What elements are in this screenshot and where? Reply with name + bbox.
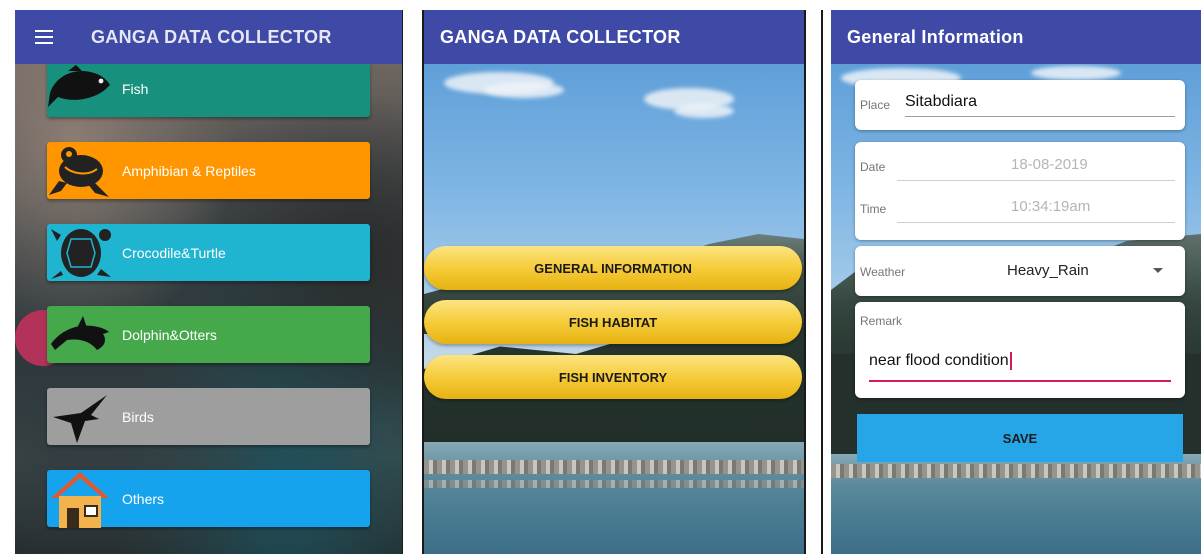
place-card: Place Sitabdiara [855, 80, 1185, 130]
turtle-icon [45, 222, 115, 284]
category-screen: GANGA DATA COLLECTOR Fish Amphibian & Re… [15, 10, 402, 554]
text-cursor [1009, 352, 1012, 370]
fish-habitat-button[interactable]: FISH HABITAT [424, 300, 802, 344]
weather-select[interactable]: Heavy_Rain [1007, 262, 1089, 279]
remark-input[interactable]: near flood condition [869, 352, 1012, 370]
house-icon [45, 468, 115, 530]
weather-card: Weather Heavy_Rain [855, 246, 1185, 296]
place-underline [905, 116, 1175, 117]
category-dolphin-otters[interactable]: Dolphin&Otters [47, 306, 370, 363]
screen-title: General Information [847, 26, 1024, 47]
place-label: Place [860, 98, 891, 112]
fish-icon [45, 58, 115, 120]
app-bar: General Information [831, 10, 1201, 64]
date-label: Date [860, 160, 886, 174]
category-amphibian-reptiles[interactable]: Amphibian & Reptiles [47, 142, 370, 199]
remark-label: Remark [860, 314, 903, 328]
bird-icon [45, 386, 115, 448]
time-underline [897, 222, 1175, 223]
composite-screenshot: GANGA DATA COLLECTOR Fish Amphibian & Re… [0, 0, 1201, 554]
date-underline [897, 180, 1175, 181]
place-input[interactable]: Sitabdiara [905, 93, 977, 111]
general-information-screen: General Information Place Sitabdiara Dat… [831, 10, 1201, 554]
app-title: GANGA DATA COLLECTOR [440, 26, 681, 47]
hamburger-menu-icon[interactable] [35, 30, 53, 44]
category-label: Birds [122, 408, 154, 425]
category-fish[interactable]: Fish [47, 60, 370, 117]
save-button[interactable]: SAVE [857, 414, 1183, 462]
category-birds[interactable]: Birds [47, 388, 370, 445]
date-time-card: Date 18-08-2019 Time 10:34:19am [855, 142, 1185, 240]
app-title: GANGA DATA COLLECTOR [91, 26, 332, 47]
dolphin-icon [45, 304, 115, 366]
remark-card: Remark near flood condition [855, 302, 1185, 398]
category-label: Dolphin&Otters [122, 326, 217, 343]
dropdown-arrow-icon[interactable] [1153, 268, 1163, 273]
frog-icon [45, 140, 115, 202]
divider-line [821, 10, 823, 554]
general-information-button[interactable]: GENERAL INFORMATION [424, 246, 802, 290]
time-label: Time [860, 202, 887, 216]
remark-text: near flood condition [869, 352, 1009, 370]
category-label: Others [122, 490, 165, 507]
date-field[interactable]: 18-08-2019 [1011, 156, 1088, 173]
divider-line [804, 10, 806, 554]
category-label: Fish [122, 80, 149, 97]
category-crocodile-turtle[interactable]: Crocodile&Turtle [47, 224, 370, 281]
remark-underline [869, 380, 1171, 382]
category-label: Amphibian & Reptiles [122, 162, 256, 179]
weather-label: Weather [860, 265, 906, 279]
category-others[interactable]: Others [45, 468, 370, 530]
app-bar: GANGA DATA COLLECTOR [424, 10, 804, 64]
menu-screen: GANGA DATA COLLECTOR GENERAL INFORMATION… [424, 10, 804, 554]
fish-inventory-button[interactable]: FISH INVENTORY [424, 355, 802, 399]
time-field[interactable]: 10:34:19am [1011, 198, 1090, 215]
category-label: Crocodile&Turtle [122, 244, 226, 261]
app-bar: GANGA DATA COLLECTOR [15, 10, 402, 64]
